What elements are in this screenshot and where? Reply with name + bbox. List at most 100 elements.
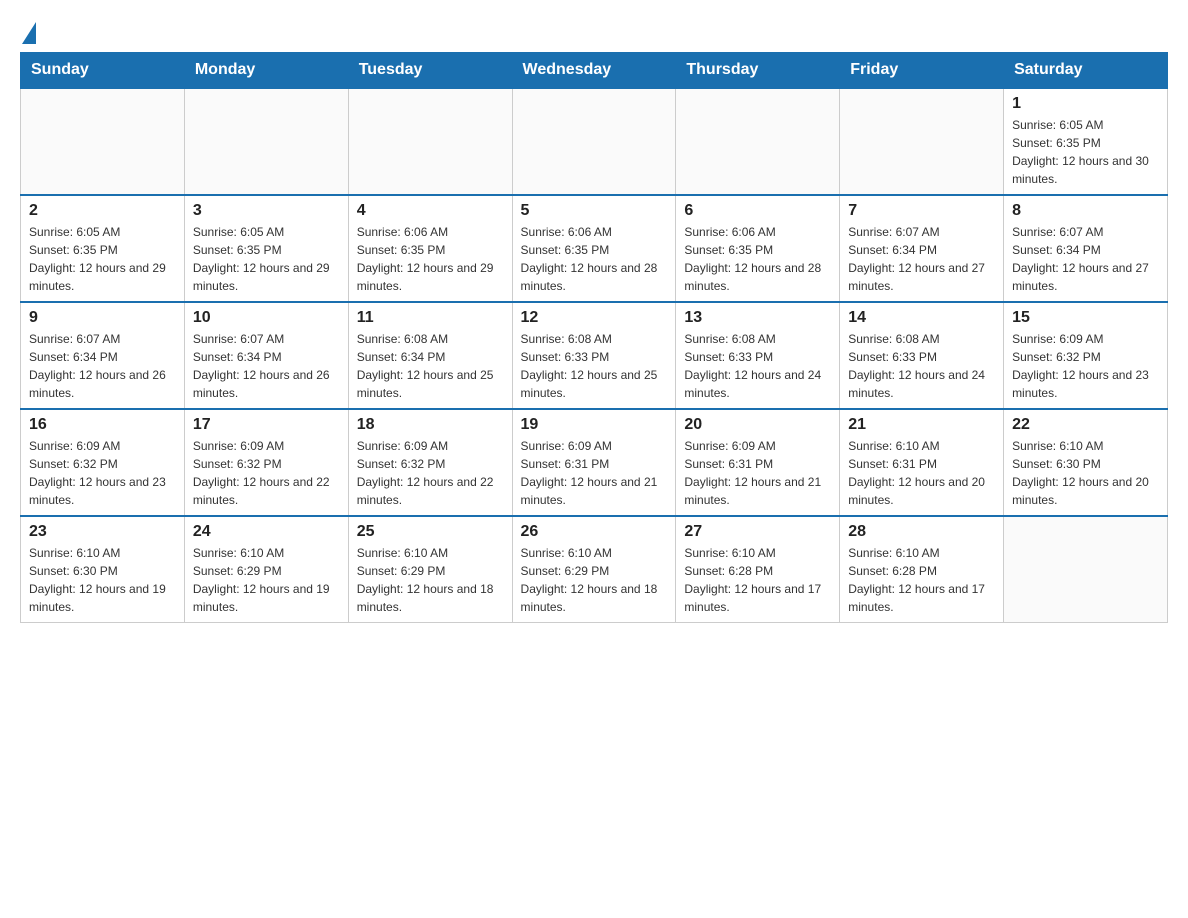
day-info: Sunrise: 6:08 AM Sunset: 6:34 PM Dayligh… (357, 330, 504, 402)
day-number: 18 (357, 416, 504, 434)
calendar-cell: 24 Sunrise: 6:10 AM Sunset: 6:29 PM Dayli… (184, 516, 348, 623)
day-number: 22 (1012, 416, 1159, 434)
page-header (20, 20, 1168, 42)
day-info: Sunrise: 6:09 AM Sunset: 6:32 PM Dayligh… (1012, 330, 1159, 402)
day-number: 12 (521, 309, 668, 327)
day-number: 26 (521, 523, 668, 541)
day-info: Sunrise: 6:09 AM Sunset: 6:32 PM Dayligh… (29, 437, 176, 509)
day-number: 25 (357, 523, 504, 541)
calendar-cell: 26 Sunrise: 6:10 AM Sunset: 6:29 PM Dayli… (512, 516, 676, 623)
day-number: 20 (684, 416, 831, 434)
day-info: Sunrise: 6:10 AM Sunset: 6:29 PM Dayligh… (193, 544, 340, 616)
calendar-cell: 8 Sunrise: 6:07 AM Sunset: 6:34 PM Daylig… (1004, 195, 1168, 302)
day-info: Sunrise: 6:07 AM Sunset: 6:34 PM Dayligh… (1012, 223, 1159, 295)
calendar-week-4: 23 Sunrise: 6:10 AM Sunset: 6:30 PM Dayli… (21, 516, 1168, 623)
day-info: Sunrise: 6:06 AM Sunset: 6:35 PM Dayligh… (521, 223, 668, 295)
calendar-cell: 14Sunrise: 6:08 AM Sunset: 6:33 PM Dayli… (840, 302, 1004, 409)
calendar-cell: 27Sunrise: 6:10 AM Sunset: 6:28 PM Dayli… (676, 516, 840, 623)
day-number: 28 (848, 523, 995, 541)
day-info: Sunrise: 6:10 AM Sunset: 6:30 PM Dayligh… (29, 544, 176, 616)
calendar-cell: 5 Sunrise: 6:06 AM Sunset: 6:35 PM Daylig… (512, 195, 676, 302)
day-number: 19 (521, 416, 668, 434)
calendar-cell (21, 88, 185, 195)
column-header-wednesday: Wednesday (512, 53, 676, 89)
day-info: Sunrise: 6:05 AM Sunset: 6:35 PM Dayligh… (193, 223, 340, 295)
calendar-week-1: 2 Sunrise: 6:05 AM Sunset: 6:35 PM Daylig… (21, 195, 1168, 302)
calendar-cell (184, 88, 348, 195)
day-number: 10 (193, 309, 340, 327)
day-number: 3 (193, 202, 340, 220)
calendar-cell: 20 Sunrise: 6:09 AM Sunset: 6:31 PM Dayli… (676, 409, 840, 516)
day-info: Sunrise: 6:07 AM Sunset: 6:34 PM Dayligh… (193, 330, 340, 402)
day-number: 11 (357, 309, 504, 327)
column-header-thursday: Thursday (676, 53, 840, 89)
day-info: Sunrise: 6:10 AM Sunset: 6:29 PM Dayligh… (521, 544, 668, 616)
calendar-week-3: 16 Sunrise: 6:09 AM Sunset: 6:32 PM Dayli… (21, 409, 1168, 516)
calendar-cell: 9 Sunrise: 6:07 AM Sunset: 6:34 PM Daylig… (21, 302, 185, 409)
day-number: 15 (1012, 309, 1159, 327)
day-info: Sunrise: 6:05 AM Sunset: 6:35 PM Dayligh… (29, 223, 176, 295)
day-number: 17 (193, 416, 340, 434)
calendar-cell: 19 Sunrise: 6:09 AM Sunset: 6:31 PM Dayli… (512, 409, 676, 516)
column-header-monday: Monday (184, 53, 348, 89)
calendar-cell: 13 Sunrise: 6:08 AM Sunset: 6:33 PM Dayli… (676, 302, 840, 409)
calendar-cell: 3 Sunrise: 6:05 AM Sunset: 6:35 PM Daylig… (184, 195, 348, 302)
calendar-header-row: SundayMondayTuesdayWednesdayThursdayFrid… (21, 53, 1168, 89)
day-info: Sunrise: 6:10 AM Sunset: 6:28 PM Dayligh… (848, 544, 995, 616)
day-number: 7 (848, 202, 995, 220)
day-number: 27 (684, 523, 831, 541)
day-number: 16 (29, 416, 176, 434)
calendar-table: SundayMondayTuesdayWednesdayThursdayFrid… (20, 52, 1168, 623)
calendar-cell: 28 Sunrise: 6:10 AM Sunset: 6:28 PM Dayli… (840, 516, 1004, 623)
column-header-sunday: Sunday (21, 53, 185, 89)
day-info: Sunrise: 6:06 AM Sunset: 6:35 PM Dayligh… (357, 223, 504, 295)
day-info: Sunrise: 6:08 AM Sunset: 6:33 PM Dayligh… (684, 330, 831, 402)
day-info: Sunrise: 6:08 AM Sunset: 6:33 PM Dayligh… (521, 330, 668, 402)
day-number: 23 (29, 523, 176, 541)
column-header-saturday: Saturday (1004, 53, 1168, 89)
day-info: Sunrise: 6:09 AM Sunset: 6:31 PM Dayligh… (684, 437, 831, 509)
calendar-cell (1004, 516, 1168, 623)
logo-triangle-icon (22, 22, 36, 44)
calendar-cell: 17Sunrise: 6:09 AM Sunset: 6:32 PM Dayli… (184, 409, 348, 516)
calendar-week-2: 9 Sunrise: 6:07 AM Sunset: 6:34 PM Daylig… (21, 302, 1168, 409)
calendar-cell: 11 Sunrise: 6:08 AM Sunset: 6:34 PM Dayli… (348, 302, 512, 409)
day-number: 1 (1012, 95, 1159, 113)
calendar-cell (348, 88, 512, 195)
day-info: Sunrise: 6:06 AM Sunset: 6:35 PM Dayligh… (684, 223, 831, 295)
calendar-cell: 4 Sunrise: 6:06 AM Sunset: 6:35 PM Daylig… (348, 195, 512, 302)
calendar-cell: 23 Sunrise: 6:10 AM Sunset: 6:30 PM Dayli… (21, 516, 185, 623)
day-number: 8 (1012, 202, 1159, 220)
day-info: Sunrise: 6:10 AM Sunset: 6:29 PM Dayligh… (357, 544, 504, 616)
calendar-cell: 6 Sunrise: 6:06 AM Sunset: 6:35 PM Daylig… (676, 195, 840, 302)
calendar-cell: 21 Sunrise: 6:10 AM Sunset: 6:31 PM Dayli… (840, 409, 1004, 516)
day-info: Sunrise: 6:09 AM Sunset: 6:31 PM Dayligh… (521, 437, 668, 509)
day-info: Sunrise: 6:07 AM Sunset: 6:34 PM Dayligh… (29, 330, 176, 402)
day-number: 21 (848, 416, 995, 434)
day-info: Sunrise: 6:07 AM Sunset: 6:34 PM Dayligh… (848, 223, 995, 295)
calendar-cell: 10 Sunrise: 6:07 AM Sunset: 6:34 PM Dayli… (184, 302, 348, 409)
calendar-cell: 2 Sunrise: 6:05 AM Sunset: 6:35 PM Daylig… (21, 195, 185, 302)
column-header-friday: Friday (840, 53, 1004, 89)
calendar-cell: 25 Sunrise: 6:10 AM Sunset: 6:29 PM Dayli… (348, 516, 512, 623)
day-info: Sunrise: 6:10 AM Sunset: 6:31 PM Dayligh… (848, 437, 995, 509)
calendar-cell: 16 Sunrise: 6:09 AM Sunset: 6:32 PM Dayli… (21, 409, 185, 516)
day-number: 2 (29, 202, 176, 220)
calendar-cell: 22 Sunrise: 6:10 AM Sunset: 6:30 PM Dayli… (1004, 409, 1168, 516)
day-info: Sunrise: 6:10 AM Sunset: 6:30 PM Dayligh… (1012, 437, 1159, 509)
day-info: Sunrise: 6:05 AM Sunset: 6:35 PM Dayligh… (1012, 116, 1159, 188)
day-number: 24 (193, 523, 340, 541)
calendar-week-0: 1 Sunrise: 6:05 AM Sunset: 6:35 PM Daylig… (21, 88, 1168, 195)
day-number: 4 (357, 202, 504, 220)
calendar-cell (512, 88, 676, 195)
day-number: 13 (684, 309, 831, 327)
calendar-cell: 18Sunrise: 6:09 AM Sunset: 6:32 PM Dayli… (348, 409, 512, 516)
day-number: 9 (29, 309, 176, 327)
day-number: 6 (684, 202, 831, 220)
column-header-tuesday: Tuesday (348, 53, 512, 89)
calendar-cell: 7 Sunrise: 6:07 AM Sunset: 6:34 PM Daylig… (840, 195, 1004, 302)
day-number: 5 (521, 202, 668, 220)
day-info: Sunrise: 6:08 AM Sunset: 6:33 PM Dayligh… (848, 330, 995, 402)
calendar-cell (840, 88, 1004, 195)
calendar-cell: 12 Sunrise: 6:08 AM Sunset: 6:33 PM Dayli… (512, 302, 676, 409)
